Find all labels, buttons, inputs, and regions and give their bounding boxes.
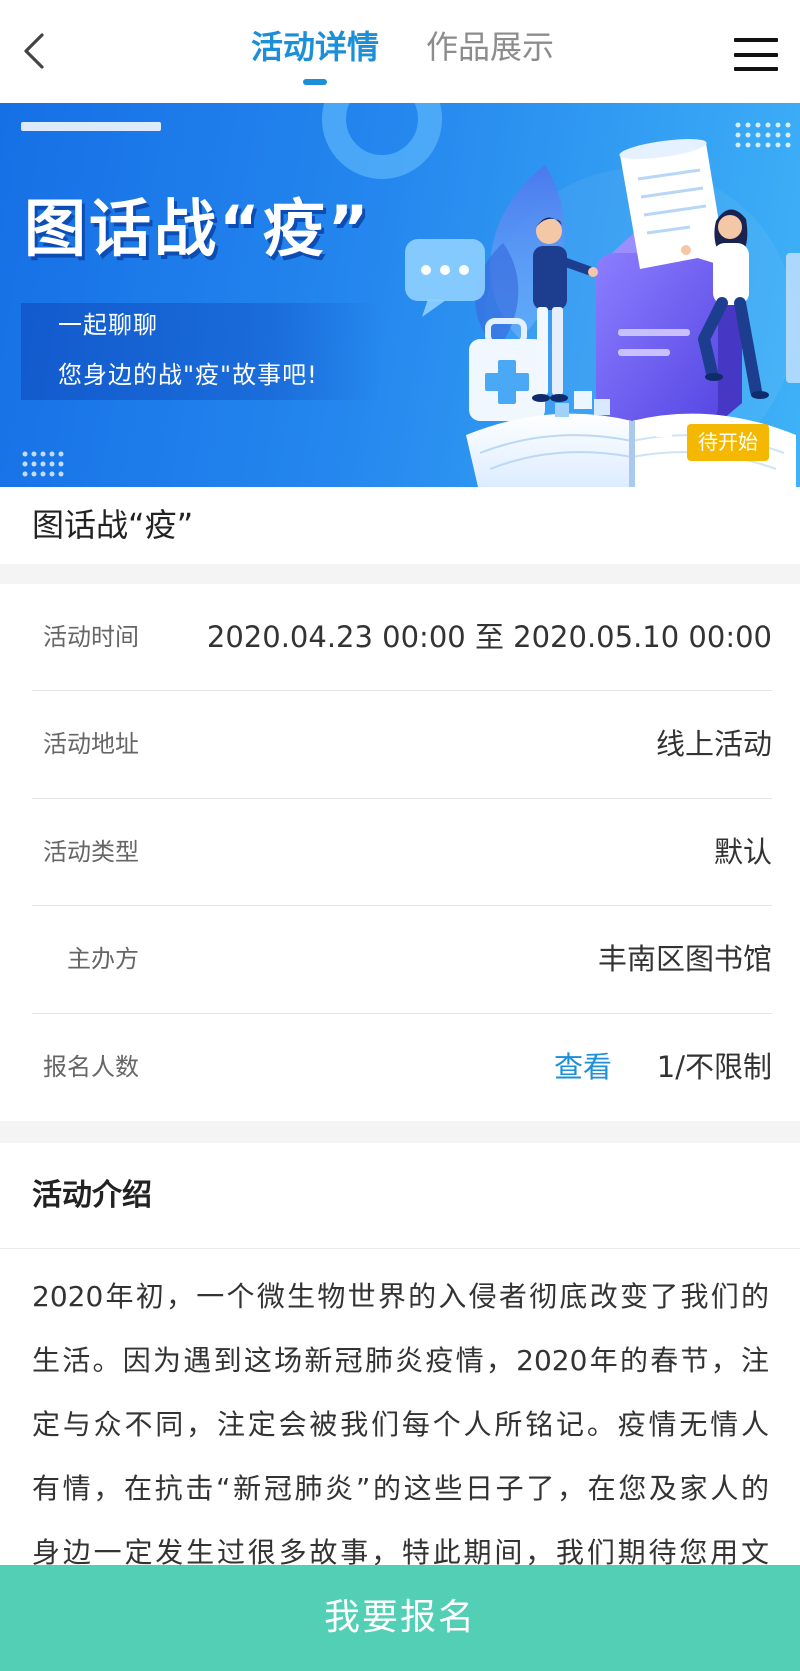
chat-bubble-icon — [405, 239, 485, 317]
signup-count-value: 1/不限制 — [656, 1049, 772, 1084]
activity-details-list: 活动时间 2020.04.23 00:00 至 2020.05.10 00:00… — [0, 584, 800, 1121]
intro-divider — [0, 1248, 800, 1249]
detail-row-time: 活动时间 2020.04.23 00:00 至 2020.05.10 00:00 — [0, 584, 800, 692]
detail-label: 主办方 — [67, 945, 139, 974]
dot-grid-bottom-left — [22, 451, 64, 477]
banner-subtitle-box: 一起聊聊 您身边的战"疫"故事吧! — [21, 303, 381, 400]
dot-grid-top-right — [735, 122, 791, 148]
detail-row-signup-count: 报名人数 查看 1/不限制 — [0, 1014, 800, 1121]
intro-heading: 活动介绍 — [32, 1178, 152, 1213]
banner-edge-panel — [786, 253, 800, 383]
banner-top-bar — [21, 122, 161, 131]
detail-label: 活动类型 — [43, 837, 139, 866]
menu-bar — [734, 53, 778, 57]
signup-button[interactable]: 我要报名 — [0, 1565, 800, 1671]
detail-value: 丰南区图书馆 — [597, 942, 772, 977]
chevron-left-icon — [24, 33, 44, 69]
banner-illustration — [21, 103, 800, 487]
banner-subtitle-line: 一起聊聊 — [58, 311, 158, 339]
detail-row-organizer: 主办方 丰南区图书馆 — [0, 906, 800, 1014]
back-button[interactable] — [16, 30, 54, 72]
activity-banner: 图话战“疫” 一起聊聊 您身边的战"疫"故事吧! 待开始 — [0, 103, 800, 487]
detail-label: 活动地址 — [43, 730, 139, 759]
banner-title: 图话战“疫” — [24, 192, 372, 265]
tab-activity-details[interactable]: 活动详情 — [235, 26, 395, 68]
detail-value: 2020.04.23 00:00 至 2020.05.10 00:00 — [206, 620, 772, 654]
menu-button[interactable] — [734, 38, 778, 72]
intro-text-line: 生活。因为遇到这场新冠肺炎疫情，2020年的春节，注 — [32, 1344, 769, 1377]
intro-text-line: 有情，在抗击“新冠肺炎”的这些日子了，在您及家人的 — [32, 1472, 769, 1505]
banner-ring — [322, 103, 442, 179]
detail-value: 线上活动 — [655, 727, 772, 762]
intro-text-line: 2020年初，一个微生物世界的入侵者彻底改变了我们的 — [32, 1280, 769, 1313]
detail-value: 默认 — [713, 834, 772, 869]
menu-bar — [734, 38, 778, 42]
banner-subtitle-line: 您身边的战"疫"故事吧! — [58, 361, 318, 389]
tab-works-showcase[interactable]: 作品展示 — [410, 26, 570, 68]
top-navigation-bar: 活动详情 作品展示 — [0, 0, 800, 103]
view-signups-link[interactable]: 查看 — [554, 1014, 612, 1121]
status-badge: 待开始 — [687, 424, 769, 461]
activity-title: 图话战“疫” — [32, 506, 194, 544]
detail-row-type: 活动类型 默认 — [0, 799, 800, 907]
menu-bar — [734, 67, 778, 71]
activity-title-row: 图话战“疫” — [0, 487, 800, 564]
intro-text-line: 定与众不同，注定会被我们每个人所铭记。疫情无情人 — [32, 1408, 769, 1441]
detail-row-address: 活动地址 线上活动 — [0, 691, 800, 799]
detail-label: 活动时间 — [43, 623, 139, 651]
detail-label: 报名人数 — [43, 1052, 139, 1081]
active-tab-indicator — [303, 79, 327, 85]
